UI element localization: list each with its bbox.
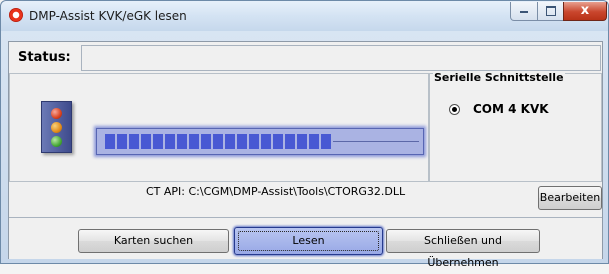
application-window: DMP-Assist KVK/eGK lesen x Status: Serie… — [0, 0, 609, 269]
focus-rectangle — [238, 231, 379, 251]
edit-button[interactable]: Bearbeiten — [538, 186, 602, 210]
amber-light-icon — [51, 122, 62, 133]
status-field — [81, 45, 601, 71]
serial-group-title: Serielle Schnittstelle — [433, 71, 565, 84]
close-icon: x — [580, 3, 590, 18]
com-port-radio[interactable] — [449, 104, 460, 115]
maximize-icon — [546, 6, 556, 16]
ct-api-path: CT API: C:\CGM\DMP-Assist\Tools\CTORG32.… — [146, 185, 406, 198]
close-and-apply-button[interactable]: Schließen und Übernehmen — [386, 229, 540, 269]
progress-track-line — [333, 141, 419, 142]
status-label: Status: — [18, 50, 71, 65]
maximize-button[interactable] — [537, 2, 564, 21]
reader-panel — [9, 73, 429, 182]
read-button[interactable]: Lesen — [234, 227, 383, 255]
close-button[interactable]: x — [563, 2, 607, 21]
dialog-body: Status: Serielle Schnittstelle COM 4 KVK… — [8, 41, 603, 269]
serial-port-group: Serielle Schnittstelle COM 4 KVK — [429, 71, 602, 182]
window-title: DMP-Assist KVK/eGK lesen — [29, 9, 187, 23]
progress-fill — [105, 134, 331, 149]
app-icon — [9, 8, 23, 22]
traffic-light-icon — [41, 101, 72, 153]
green-light-icon — [51, 136, 62, 147]
minimize-button[interactable] — [510, 2, 538, 21]
red-light-icon — [51, 108, 62, 119]
minimize-icon — [520, 11, 528, 13]
title-bar[interactable]: DMP-Assist KVK/eGK lesen x — [1, 1, 608, 31]
search-cards-button[interactable]: Karten suchen — [78, 229, 229, 253]
com-port-label[interactable]: COM 4 KVK — [473, 102, 549, 116]
read-progress-bar — [96, 128, 424, 155]
button-bar: Karten suchen Lesen Schließen und Überne… — [9, 217, 602, 269]
